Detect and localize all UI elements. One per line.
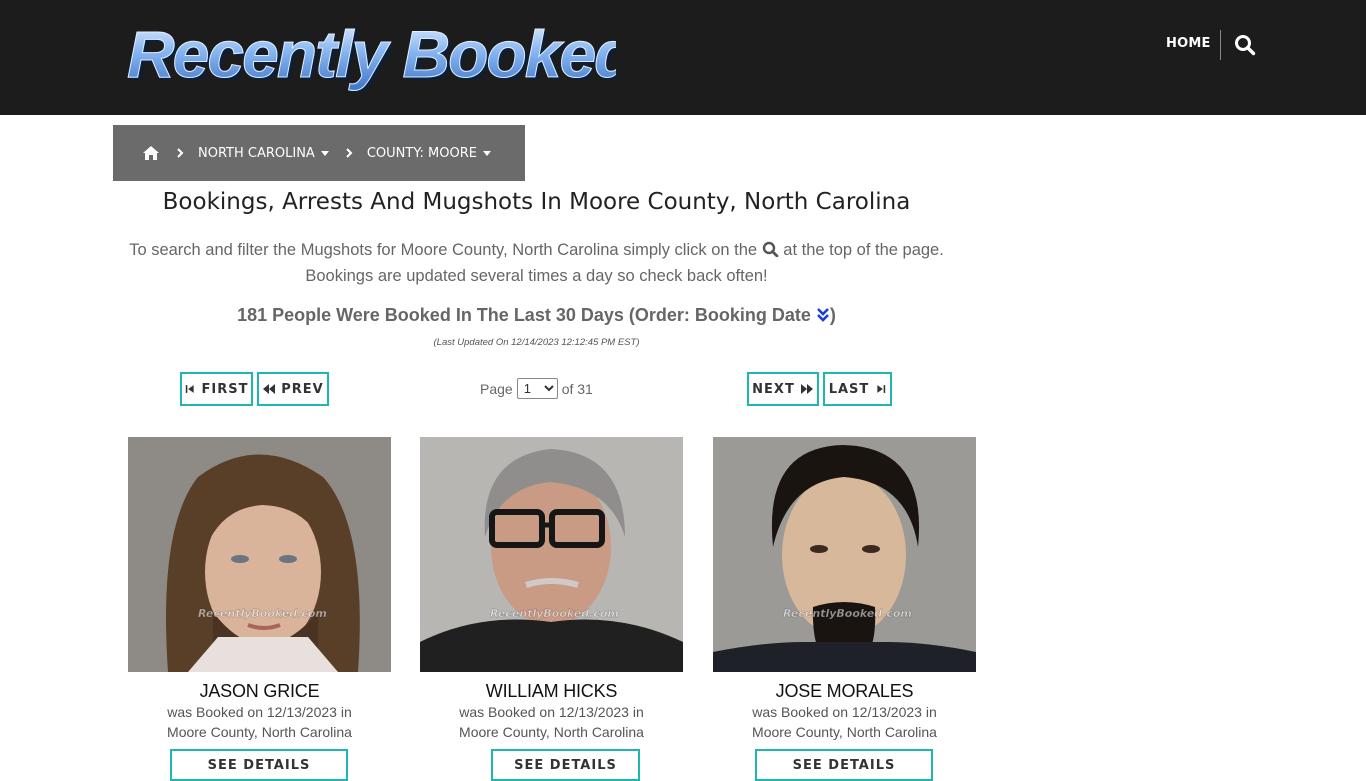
see-details-button[interactable]: SEE DETAILS: [170, 749, 348, 781]
breadcrumb-state-label: NORTH CAROLINA: [198, 145, 315, 161]
mugshot-photo[interactable]: RecentlyBooked.com: [128, 437, 391, 672]
page-total: of 31: [561, 380, 593, 397]
first-page-label: FIRST: [201, 381, 249, 397]
search-icon: [762, 241, 779, 257]
prev-page-button[interactable]: PREV: [257, 372, 329, 406]
caret-down-icon: [320, 150, 329, 156]
svg-text:Recently Booked: Recently Booked: [127, 18, 616, 91]
intro-part2: at the top of the page.: [783, 241, 944, 259]
mugshot-photo[interactable]: RecentlyBooked.com: [420, 437, 683, 672]
mugshot-image: RecentlyBooked.com: [420, 437, 683, 672]
mugshot-photo[interactable]: RecentlyBooked.com: [713, 437, 976, 672]
booking-card[interactable]: RecentlyBooked.com WILLIAM HICKS was Boo…: [420, 437, 683, 781]
page-selector: Page 1 of 31: [480, 378, 593, 399]
booking-card[interactable]: RecentlyBooked.com JASON GRICE was Booke…: [128, 437, 391, 781]
page-title: Bookings, Arrests And Mugshots In Moore …: [162, 189, 911, 215]
person-name[interactable]: WILLIAM HICKS: [420, 681, 683, 702]
first-page-button[interactable]: FIRST: [180, 372, 253, 406]
mugshot-image: RecentlyBooked.com: [713, 437, 976, 672]
nav-divider: [1220, 30, 1221, 60]
watermark-text: RecentlyBooked.com: [198, 607, 327, 620]
last-page-button[interactable]: LAST: [823, 372, 892, 406]
site-logo[interactable]: Recently Booked Recently Booked: [126, 17, 642, 95]
chevron-right-icon: [177, 148, 184, 158]
booking-date-line: was Booked on 12/13/2023 in: [459, 704, 644, 720]
intro-text: To search and filter the Mugshots for Mo…: [113, 237, 960, 289]
booking-location: Moore County, North Carolina: [167, 724, 352, 740]
intro-part1: To search and filter the Mugshots for Mo…: [129, 241, 758, 259]
chevron-right-icon: [346, 148, 353, 158]
first-page-icon: [185, 385, 194, 393]
see-details-button[interactable]: SEE DETAILS: [491, 749, 640, 781]
next-page-button[interactable]: NEXT: [747, 372, 819, 406]
see-details-button[interactable]: SEE DETAILS: [755, 749, 933, 781]
nav-home-link[interactable]: HOME: [1166, 36, 1211, 51]
page-label: Page: [480, 380, 513, 397]
booking-location: Moore County, North Carolina: [459, 724, 644, 740]
logo-image: Recently Booked Recently Booked: [127, 17, 642, 95]
mugshot-image: RecentlyBooked.com: [128, 437, 391, 672]
caret-down-icon: [482, 150, 491, 156]
prev-page-label: PREV: [281, 381, 324, 397]
watermark-text: RecentlyBooked.com: [490, 607, 619, 620]
double-chevron-down-icon[interactable]: [816, 307, 830, 323]
search-icon[interactable]: [1234, 34, 1256, 56]
backward-icon: [263, 384, 276, 394]
person-name[interactable]: JOSE MORALES: [713, 681, 976, 702]
page-select[interactable]: 1: [516, 378, 558, 399]
booking-date-line: was Booked on 12/13/2023 in: [167, 704, 352, 720]
site-header: Recently Booked Recently Booked HOME: [0, 0, 1366, 115]
person-name[interactable]: JASON GRICE: [128, 681, 391, 702]
watermark-text: RecentlyBooked.com: [783, 607, 912, 620]
breadcrumb-county-label: COUNTY: MOORE: [366, 145, 477, 161]
breadcrumb-county-dropdown[interactable]: COUNTY: MOORE: [367, 146, 491, 161]
booking-location: Moore County, North Carolina: [752, 724, 937, 740]
last-page-label: LAST: [828, 381, 870, 397]
forward-icon: [800, 384, 813, 394]
breadcrumb-state-dropdown[interactable]: NORTH CAROLINA: [198, 146, 329, 161]
booking-card[interactable]: RecentlyBooked.com JOSE MORALES was Book…: [713, 437, 976, 781]
booking-count: 181 People Were Booked In The Last 30 Da…: [113, 305, 960, 326]
home-icon[interactable]: [142, 145, 160, 161]
booking-count-text: 181 People Were Booked In The Last 30 Da…: [237, 305, 811, 325]
intro-line2: Bookings are updated several times a day…: [305, 267, 768, 285]
booking-date-line: was Booked on 12/13/2023 in: [752, 704, 937, 720]
last-page-icon: [877, 385, 886, 393]
next-page-label: NEXT: [752, 381, 795, 397]
booking-count-close: ): [829, 305, 836, 325]
breadcrumb: NORTH CAROLINA COUNTY: MOORE: [113, 125, 525, 181]
last-updated: (Last Updated On 12/14/2023 12:12:45 PM …: [433, 337, 640, 348]
